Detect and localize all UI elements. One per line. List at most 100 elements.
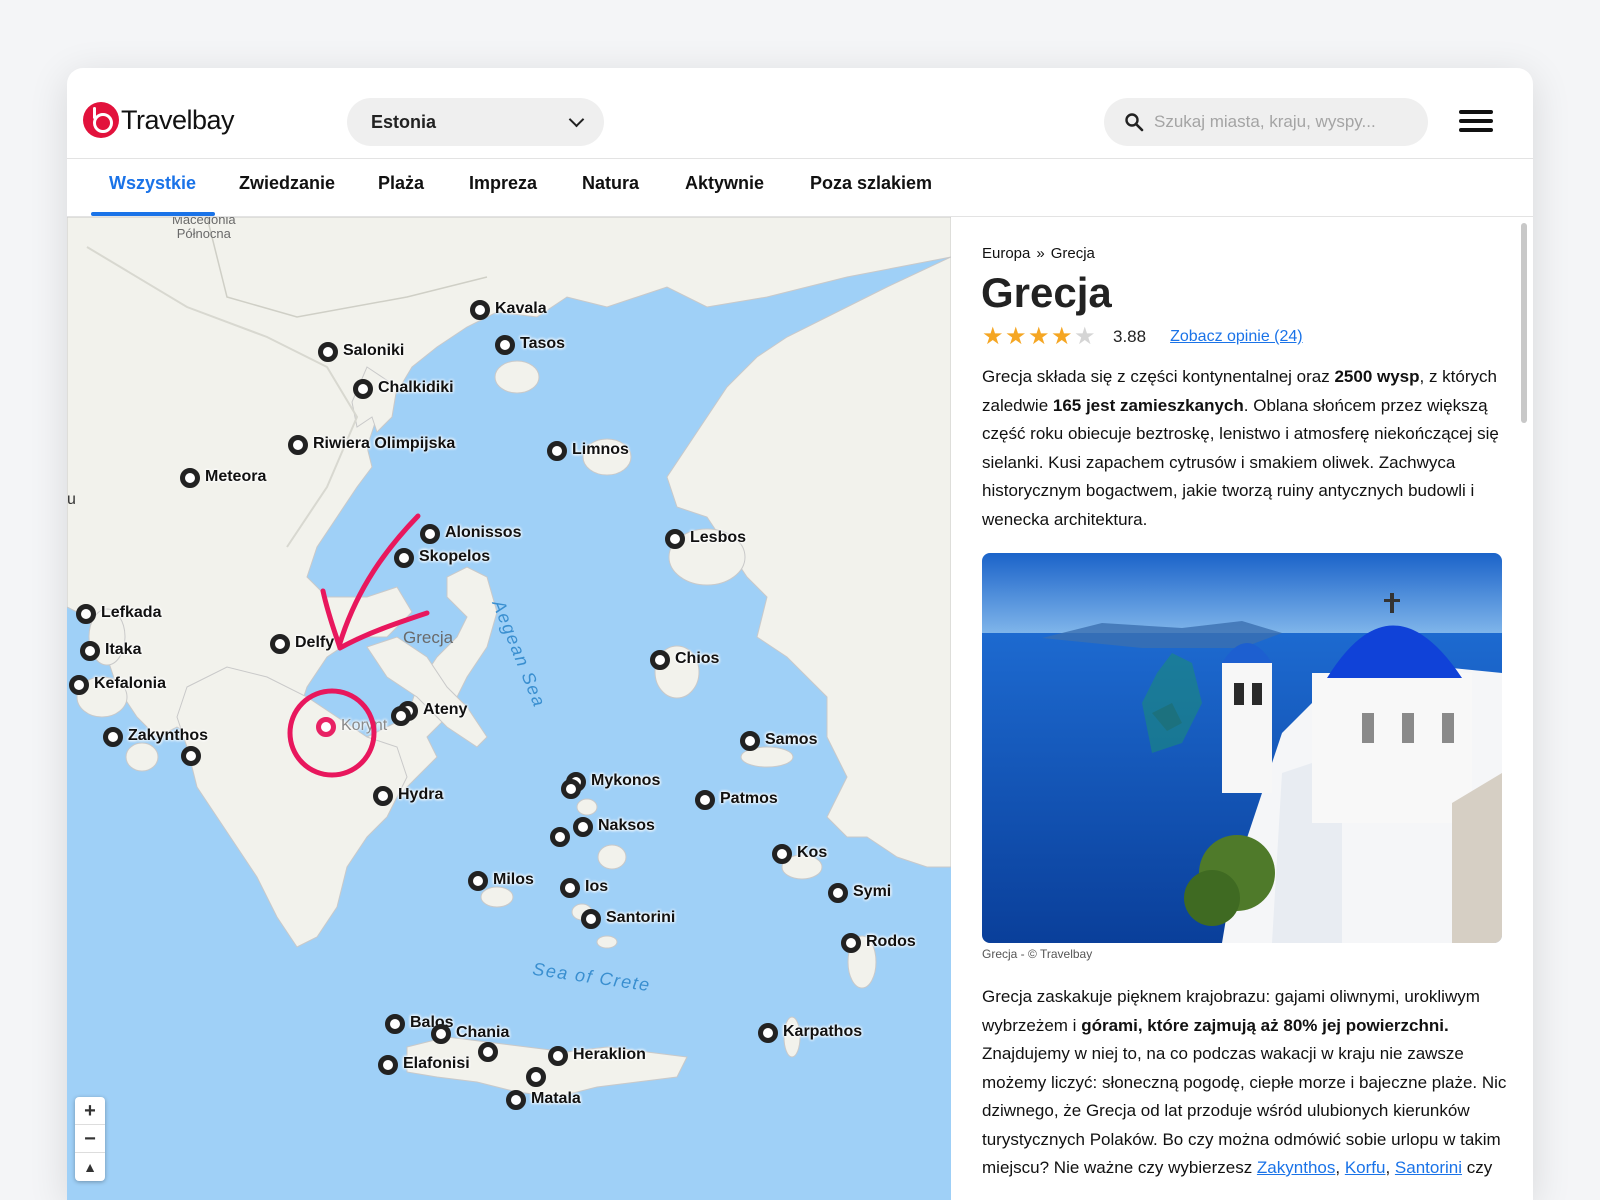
map-pin-label[interactable]: Riwiera Olimpijska	[313, 435, 455, 453]
destination-link[interactable]: Korfu	[1345, 1158, 1386, 1177]
map-pin-label[interactable]: Karpathos	[783, 1023, 862, 1041]
map-pin-balos[interactable]	[385, 1014, 405, 1034]
map-pin-saloniki[interactable]	[318, 342, 338, 362]
tab-impreza[interactable]: Impreza	[469, 160, 537, 217]
map-pin-label[interactable]: Tasos	[520, 335, 565, 353]
zoom-in-button[interactable]: +	[75, 1097, 105, 1125]
map-pin-milos[interactable]	[468, 871, 488, 891]
map-pin-limnos[interactable]	[547, 441, 567, 461]
tab-plaza[interactable]: Plaża	[378, 160, 424, 217]
zoom-out-button[interactable]: −	[75, 1125, 105, 1153]
map[interactable]: Macedonia Północna Grecja u Aegean Sea S…	[67, 217, 951, 1200]
map-pin-heraklion[interactable]	[548, 1046, 568, 1066]
map-pin-label[interactable]: Chios	[675, 650, 719, 668]
scrollbar[interactable]	[1521, 223, 1527, 423]
search-input[interactable]	[1154, 108, 1414, 136]
map-pin-label[interactable]: Matala	[531, 1090, 581, 1108]
map-pin-symi[interactable]	[828, 883, 848, 903]
map-pin-label[interactable]: Naksos	[598, 817, 655, 835]
map-pin-label[interactable]: Delfy	[295, 634, 334, 652]
map-pin-santorini[interactable]	[581, 909, 601, 929]
map-pin-lefkada[interactable]	[76, 604, 96, 624]
breadcrumb-grecja[interactable]: Grecja	[1051, 245, 1095, 262]
map-pin-unlabeled[interactable]	[391, 706, 411, 726]
map-pin-label[interactable]: Itaka	[105, 641, 141, 659]
breadcrumb-europa[interactable]: Europa	[982, 245, 1030, 262]
country-select[interactable]: Estonia	[347, 98, 604, 146]
map-pin-unlabeled[interactable]	[181, 746, 201, 766]
map-pin-meteora[interactable]	[180, 468, 200, 488]
map-pin-label[interactable]: Alonissos	[445, 524, 521, 542]
map-pin-tasos[interactable]	[495, 335, 515, 355]
map-pin-zakynthos[interactable]	[103, 727, 123, 747]
search-box[interactable]	[1104, 98, 1428, 146]
map-pin-label[interactable]: Ios	[585, 878, 608, 896]
map-pin-label[interactable]: Hydra	[398, 786, 443, 804]
map-pin-rodos[interactable]	[841, 933, 861, 953]
map-pin-unlabeled[interactable]	[561, 779, 581, 799]
map-pin-kavala[interactable]	[470, 300, 490, 320]
tab-natura[interactable]: Natura	[582, 160, 639, 217]
map-pin-label[interactable]: Skopelos	[419, 548, 490, 566]
map-pin-label[interactable]: Limnos	[572, 441, 629, 459]
map-pin-skopelos[interactable]	[394, 548, 414, 568]
map-pin-chania[interactable]	[431, 1024, 451, 1044]
map-pin-label[interactable]: Chania	[456, 1024, 509, 1042]
map-pin-delfy[interactable]	[270, 634, 290, 654]
map-pin-label[interactable]: Symi	[853, 883, 891, 901]
map-pin-alonissos[interactable]	[420, 524, 440, 544]
text-run: Grecja składa się z części kontynentalne…	[982, 367, 1335, 386]
map-pin-label[interactable]: Kavala	[495, 300, 547, 318]
map-pin-label[interactable]: Ateny	[423, 701, 467, 719]
destination-link[interactable]: Zakynthos	[1257, 1158, 1335, 1177]
map-pin-kefalonia[interactable]	[69, 675, 89, 695]
hamburger-icon[interactable]	[1459, 110, 1493, 134]
star-icon: ★	[982, 323, 1004, 350]
map-pin-label[interactable]: Chalkidiki	[378, 379, 454, 397]
map-pin-label[interactable]: Samos	[765, 731, 817, 749]
map-pin-label[interactable]: Santorini	[606, 909, 675, 927]
map-pin-karpathos[interactable]	[758, 1023, 778, 1043]
map-pin-label[interactable]: Mykonos	[591, 772, 660, 790]
map-pin-label[interactable]: Lesbos	[690, 529, 746, 547]
map-pin-naksos[interactable]	[573, 817, 593, 837]
map-pin-label[interactable]: Kefalonia	[94, 675, 166, 693]
map-pin-label[interactable]: Heraklion	[573, 1046, 646, 1064]
map-pin-label[interactable]: Zakynthos	[128, 727, 208, 745]
map-pin-itaka[interactable]	[80, 641, 100, 661]
map-pin-unlabeled[interactable]	[478, 1042, 498, 1062]
map-pin-lesbos[interactable]	[665, 529, 685, 549]
travelbay-logo[interactable]: Travelbay	[83, 102, 235, 138]
map-pin-label[interactable]: Saloniki	[343, 342, 404, 360]
map-pin-chios[interactable]	[650, 650, 670, 670]
map-pin-label[interactable]: Korynt	[341, 717, 387, 735]
map-pin-label[interactable]: Meteora	[205, 468, 266, 486]
map-pin-ios[interactable]	[560, 878, 580, 898]
compass-reset-button[interactable]: ▲	[75, 1153, 105, 1181]
map-pin-label[interactable]: Rodos	[866, 933, 916, 951]
map-pin-label[interactable]: Elafonisi	[403, 1055, 470, 1073]
map-pin-korynt[interactable]	[316, 717, 336, 737]
text-run: czy	[1462, 1158, 1493, 1177]
map-pin-kos[interactable]	[772, 844, 792, 864]
map-pin-hydra[interactable]	[373, 786, 393, 806]
map-pin-label[interactable]: Patmos	[720, 790, 778, 808]
tab-poza-szlakiem[interactable]: Poza szlakiem	[810, 160, 932, 217]
map-pin-unlabeled[interactable]	[550, 827, 570, 847]
map-pin-label[interactable]: Milos	[493, 871, 534, 889]
tab-wszystkie[interactable]: Wszystkie	[109, 160, 196, 217]
map-pin-label[interactable]: Kos	[797, 844, 827, 862]
map-pin-riwiera-olimpijska[interactable]	[288, 435, 308, 455]
body-paragraph: Grecja zaskakuje pięknem krajobrazu: gaj…	[982, 983, 1507, 1183]
destination-link[interactable]: Santorini	[1395, 1158, 1462, 1177]
map-pin-chalkidiki[interactable]	[353, 379, 373, 399]
map-pin-label[interactable]: Lefkada	[101, 604, 161, 622]
map-pin-patmos[interactable]	[695, 790, 715, 810]
map-pin-matala[interactable]	[506, 1090, 526, 1110]
map-pin-samos[interactable]	[740, 731, 760, 751]
tab-aktywnie[interactable]: Aktywnie	[685, 160, 764, 217]
map-pin-elafonisi[interactable]	[378, 1055, 398, 1075]
see-reviews-link[interactable]: Zobacz opinie (24)	[1170, 328, 1303, 346]
map-pin-unlabeled[interactable]	[526, 1067, 546, 1087]
tab-zwiedzanie[interactable]: Zwiedzanie	[239, 160, 335, 217]
